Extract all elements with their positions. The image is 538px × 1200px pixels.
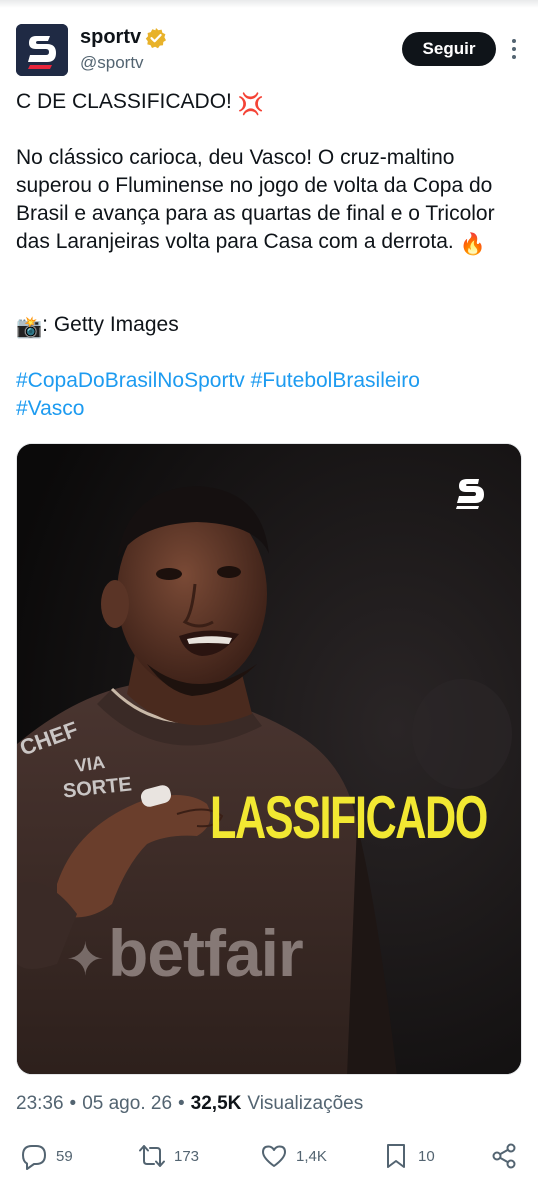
bookmark-count: 10 xyxy=(418,1147,435,1165)
tweet-header: sportv @sportv Seguir xyxy=(16,22,522,78)
fire-emoji-icon: 🔥 xyxy=(459,233,486,256)
sportv-logo-icon xyxy=(456,479,484,509)
meta-separator: • xyxy=(178,1093,185,1114)
tweet-body-text: No clássico carioca, deu Vasco! O cruz-m… xyxy=(16,146,495,253)
tweet-line-1: C DE CLASSIFICADO! 💢 xyxy=(16,88,522,119)
action-bar: 59 173 1,4K 10 xyxy=(16,1136,522,1180)
betfair-mark-icon: ✦ xyxy=(66,933,105,985)
repost-icon xyxy=(139,1145,165,1167)
tweet-time[interactable]: 23:36 xyxy=(16,1093,64,1115)
hashtag-link[interactable]: #CopaDoBrasilNoSportv xyxy=(16,369,245,392)
follow-button[interactable]: Seguir xyxy=(402,32,496,66)
tweet-body: No clássico carioca, deu Vasco! O cruz-m… xyxy=(16,144,522,259)
camera-emoji-icon: 📸 xyxy=(16,316,43,339)
tweet-meta: 23:36 • 05 ago. 26 • 32,5K Visualizações xyxy=(16,1093,363,1115)
share-icon xyxy=(492,1143,516,1169)
repost-count: 173 xyxy=(174,1147,200,1165)
betfair-sponsor: betfair xyxy=(108,916,304,990)
views-count: 32,5K xyxy=(190,1093,242,1114)
repost-button[interactable]: 173 xyxy=(138,1142,199,1170)
bookmark-icon xyxy=(387,1144,405,1168)
account-name[interactable]: sportv xyxy=(80,26,141,49)
reply-count: 59 xyxy=(56,1147,73,1165)
heart-icon xyxy=(262,1145,286,1167)
anger-emoji-icon: 💢 xyxy=(237,93,264,116)
views-label: Visualizações xyxy=(247,1093,364,1114)
sportv-logo-icon xyxy=(16,24,68,76)
reply-button[interactable]: 59 xyxy=(20,1142,73,1170)
tweet-date[interactable]: 05 ago. 26 xyxy=(82,1093,172,1115)
verified-badge-icon xyxy=(145,27,167,48)
like-button[interactable]: 1,4K xyxy=(260,1142,327,1170)
photo-credit: 📸: Getty Images xyxy=(16,311,522,342)
tweet-title: C DE CLASSIFICADO! xyxy=(16,90,238,113)
meta-separator: • xyxy=(69,1093,77,1114)
share-button[interactable] xyxy=(490,1142,518,1170)
name-row: sportv xyxy=(80,26,167,49)
photo-credit-text: : Getty Images xyxy=(42,313,179,336)
hashtag-link[interactable]: #FutebolBrasileiro xyxy=(251,369,420,392)
like-count: 1,4K xyxy=(296,1147,327,1165)
hashtag-link[interactable]: #Vasco xyxy=(16,397,85,420)
shirt-sponsor-2: VIA xyxy=(73,752,107,776)
reply-icon xyxy=(22,1145,46,1170)
more-vertical-icon[interactable] xyxy=(504,36,524,62)
account-handle[interactable]: @sportv xyxy=(80,53,144,73)
top-edge xyxy=(0,0,538,8)
classificado-overlay: LASSIFICADO xyxy=(210,784,488,851)
avatar[interactable] xyxy=(16,24,68,76)
bookmark-button[interactable]: 10 xyxy=(382,1142,435,1170)
hashtags: #CopaDoBrasilNoSportv #FutebolBrasileiro… xyxy=(16,367,522,423)
